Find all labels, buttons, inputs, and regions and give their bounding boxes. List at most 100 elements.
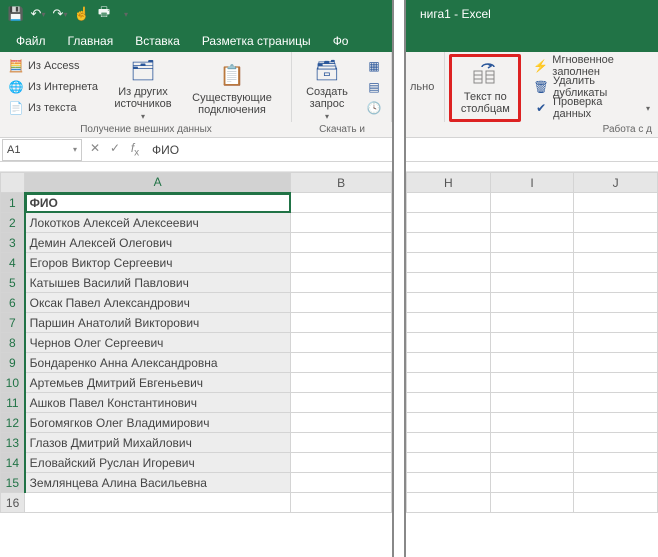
- cell[interactable]: Демин Алексей Олегович: [25, 233, 291, 253]
- cell[interactable]: [291, 413, 392, 433]
- tab-home[interactable]: Главная: [58, 30, 124, 52]
- cell[interactable]: [291, 373, 392, 393]
- column-header-H[interactable]: H: [407, 173, 491, 193]
- cell[interactable]: [490, 493, 574, 513]
- cell[interactable]: [574, 373, 658, 393]
- cell[interactable]: [490, 193, 574, 213]
- cell[interactable]: [291, 353, 392, 373]
- column-header-B[interactable]: B: [291, 173, 392, 193]
- cell[interactable]: [574, 293, 658, 313]
- select-all-corner[interactable]: [1, 173, 25, 193]
- row-header[interactable]: 14: [1, 453, 25, 473]
- spreadsheet-grid-right[interactable]: H I J: [406, 172, 658, 513]
- cell[interactable]: [407, 213, 491, 233]
- touch-mode-icon[interactable]: ☝: [72, 4, 92, 24]
- row-header[interactable]: 8: [1, 333, 25, 353]
- cell[interactable]: [574, 253, 658, 273]
- formula-input[interactable]: ФИО: [148, 143, 392, 157]
- cell[interactable]: [574, 213, 658, 233]
- name-box[interactable]: A1▾: [2, 139, 82, 161]
- cell[interactable]: Артемьев Дмитрий Евгеньевич: [25, 373, 291, 393]
- cell[interactable]: [407, 273, 491, 293]
- cell[interactable]: [407, 253, 491, 273]
- cell[interactable]: [490, 433, 574, 453]
- cell[interactable]: Локотков Алексей Алексеевич: [25, 213, 291, 233]
- other-sources-button[interactable]: 🗂 Из других источников ▾: [106, 54, 180, 123]
- row-header[interactable]: 9: [1, 353, 25, 373]
- print-preview-icon[interactable]: 🖶: [94, 4, 114, 24]
- cell[interactable]: [490, 373, 574, 393]
- flash-fill-button[interactable]: ⚡Мгновенное заполнен: [529, 56, 654, 76]
- cell[interactable]: [574, 493, 658, 513]
- row-header[interactable]: 7: [1, 313, 25, 333]
- cell[interactable]: [291, 493, 392, 513]
- cell[interactable]: [574, 233, 658, 253]
- cell[interactable]: [407, 493, 491, 513]
- spreadsheet-grid[interactable]: A B 1ФИО2Локотков Алексей Алексеевич3Дем…: [0, 172, 392, 513]
- cell[interactable]: [291, 473, 392, 493]
- tab-page-layout[interactable]: Разметка страницы: [192, 30, 321, 52]
- cell[interactable]: [291, 193, 392, 213]
- from-text-button[interactable]: 📄Из текста: [4, 98, 102, 118]
- cell[interactable]: [490, 413, 574, 433]
- row-header[interactable]: 10: [1, 373, 25, 393]
- data-validation-button[interactable]: ✔Проверка данных ▾: [529, 98, 654, 118]
- cell[interactable]: Бондаренко Анна Александровна: [25, 353, 291, 373]
- tab-insert[interactable]: Вставка: [125, 30, 190, 52]
- cell[interactable]: Богомягков Олег Владимирович: [25, 413, 291, 433]
- cell[interactable]: Оксак Павел Александрович: [25, 293, 291, 313]
- row-header[interactable]: 1: [1, 193, 25, 213]
- text-to-columns-button[interactable]: Текст по столбцам: [454, 59, 516, 117]
- cell[interactable]: [25, 493, 291, 513]
- show-queries-button[interactable]: ▦: [362, 56, 386, 76]
- row-header[interactable]: 2: [1, 213, 25, 233]
- cell[interactable]: Катышев Василий Павлович: [25, 273, 291, 293]
- cell[interactable]: [407, 333, 491, 353]
- cell[interactable]: Ашков Павел Константинович: [25, 393, 291, 413]
- from-access-button[interactable]: 🧮Из Access: [4, 56, 102, 76]
- cell[interactable]: [291, 233, 392, 253]
- row-header[interactable]: 3: [1, 233, 25, 253]
- cell[interactable]: Глазов Дмитрий Михайлович: [25, 433, 291, 453]
- accept-formula-icon[interactable]: ✓: [106, 141, 124, 158]
- cell[interactable]: [291, 313, 392, 333]
- cell[interactable]: [490, 233, 574, 253]
- cell[interactable]: [490, 333, 574, 353]
- cell[interactable]: [407, 393, 491, 413]
- cell[interactable]: [291, 333, 392, 353]
- cell[interactable]: [574, 393, 658, 413]
- cell[interactable]: [490, 273, 574, 293]
- cell[interactable]: [291, 253, 392, 273]
- cell[interactable]: [407, 373, 491, 393]
- cell[interactable]: [490, 253, 574, 273]
- column-header-J[interactable]: J: [574, 173, 658, 193]
- cell[interactable]: [574, 333, 658, 353]
- undo-icon[interactable]: ↶▾: [28, 4, 48, 24]
- cancel-formula-icon[interactable]: ✕: [86, 141, 104, 158]
- cell[interactable]: [407, 413, 491, 433]
- cell[interactable]: Паршин Анатолий Викторович: [25, 313, 291, 333]
- cell[interactable]: [490, 313, 574, 333]
- cell[interactable]: [490, 213, 574, 233]
- cell[interactable]: [407, 313, 491, 333]
- cell[interactable]: [291, 393, 392, 413]
- cell[interactable]: [291, 453, 392, 473]
- cell[interactable]: [291, 293, 392, 313]
- create-query-button[interactable]: 🗃 Создать запрос ▾: [296, 54, 358, 123]
- tab-file[interactable]: Файл: [6, 30, 56, 52]
- row-header[interactable]: 16: [1, 493, 25, 513]
- cell[interactable]: [407, 453, 491, 473]
- cell[interactable]: [574, 313, 658, 333]
- cell[interactable]: Егоров Виктор Сергеевич: [25, 253, 291, 273]
- row-header[interactable]: 13: [1, 433, 25, 453]
- cell[interactable]: [490, 353, 574, 373]
- cell[interactable]: [574, 433, 658, 453]
- row-header[interactable]: 12: [1, 413, 25, 433]
- recent-sources-button[interactable]: 🕓: [362, 98, 386, 118]
- cell[interactable]: [490, 293, 574, 313]
- cell[interactable]: [407, 433, 491, 453]
- cell[interactable]: [490, 453, 574, 473]
- cell[interactable]: [407, 233, 491, 253]
- remove-duplicates-button[interactable]: 🗑Удалить дубликаты: [529, 77, 654, 97]
- cell[interactable]: [574, 193, 658, 213]
